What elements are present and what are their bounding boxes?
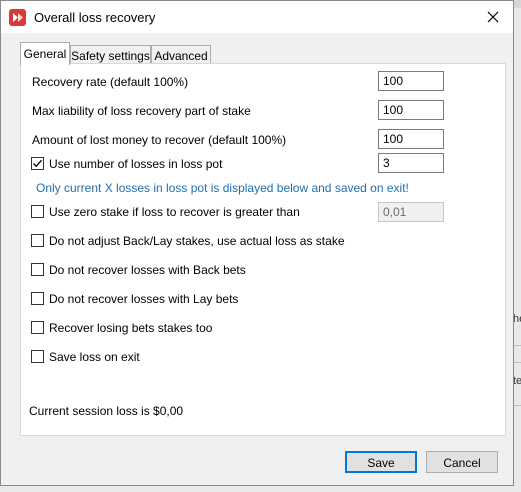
amount-lost-input[interactable] bbox=[378, 129, 444, 149]
cancel-button[interactable]: Cancel bbox=[426, 451, 498, 473]
number-losses-input[interactable] bbox=[378, 153, 444, 173]
info-note: Only current X losses in loss pot is dis… bbox=[36, 181, 409, 195]
background-divider bbox=[514, 362, 521, 363]
recover-losing-stakes-checkbox[interactable] bbox=[31, 321, 44, 334]
background-divider bbox=[514, 405, 521, 406]
zero-stake-checkbox[interactable] bbox=[31, 205, 44, 218]
recovery-rate-label: Recovery rate (default 100%) bbox=[32, 75, 189, 89]
title-bar: Overall loss recovery bbox=[1, 1, 513, 33]
app-logo-icon bbox=[9, 9, 26, 26]
no-recover-lay-checkbox[interactable] bbox=[31, 292, 44, 305]
close-icon bbox=[487, 11, 499, 23]
recovery-rate-input[interactable] bbox=[378, 71, 444, 91]
no-recover-back-checkbox[interactable] bbox=[31, 263, 44, 276]
zero-stake-threshold-input[interactable] bbox=[378, 202, 444, 222]
tab-general[interactable]: General bbox=[20, 42, 70, 65]
no-recover-back-label[interactable]: Do not recover losses with Back bets bbox=[49, 263, 246, 277]
max-liability-input[interactable] bbox=[378, 100, 444, 120]
use-number-losses-label[interactable]: Use number of losses in loss pot bbox=[49, 157, 222, 171]
current-session-loss: Current session loss is $0,00 bbox=[29, 404, 184, 418]
amount-lost-label: Amount of lost money to recover (default… bbox=[32, 133, 287, 147]
use-number-losses-checkbox[interactable] bbox=[31, 157, 44, 170]
checkmark-icon bbox=[33, 159, 42, 168]
tab-advanced[interactable]: Advanced bbox=[151, 45, 211, 65]
window-title: Overall loss recovery bbox=[34, 10, 156, 25]
save-loss-on-exit-checkbox[interactable] bbox=[31, 350, 44, 363]
no-recover-lay-label[interactable]: Do not recover losses with Lay bets bbox=[49, 292, 238, 306]
recover-losing-stakes-label[interactable]: Recover losing bets stakes too bbox=[49, 321, 212, 335]
max-liability-label: Max liability of loss recovery part of s… bbox=[32, 104, 251, 118]
background-divider bbox=[514, 345, 521, 346]
background-fragment: he bbox=[513, 313, 521, 325]
zero-stake-label[interactable]: Use zero stake if loss to recover is gre… bbox=[49, 205, 300, 219]
no-adjust-stakes-label[interactable]: Do not adjust Back/Lay stakes, use actua… bbox=[49, 234, 345, 248]
save-button[interactable]: Save bbox=[345, 451, 417, 473]
save-loss-on-exit-label[interactable]: Save loss on exit bbox=[49, 350, 140, 364]
close-button[interactable] bbox=[473, 1, 513, 33]
tab-safety-settings[interactable]: Safety settings bbox=[70, 45, 151, 65]
general-tab-panel: Recovery rate (default 100%) Max liabili… bbox=[20, 63, 506, 436]
no-adjust-stakes-checkbox[interactable] bbox=[31, 234, 44, 247]
background-fragment: te bbox=[513, 375, 521, 387]
overall-loss-recovery-dialog: Overall loss recovery General Safety set… bbox=[0, 0, 514, 486]
